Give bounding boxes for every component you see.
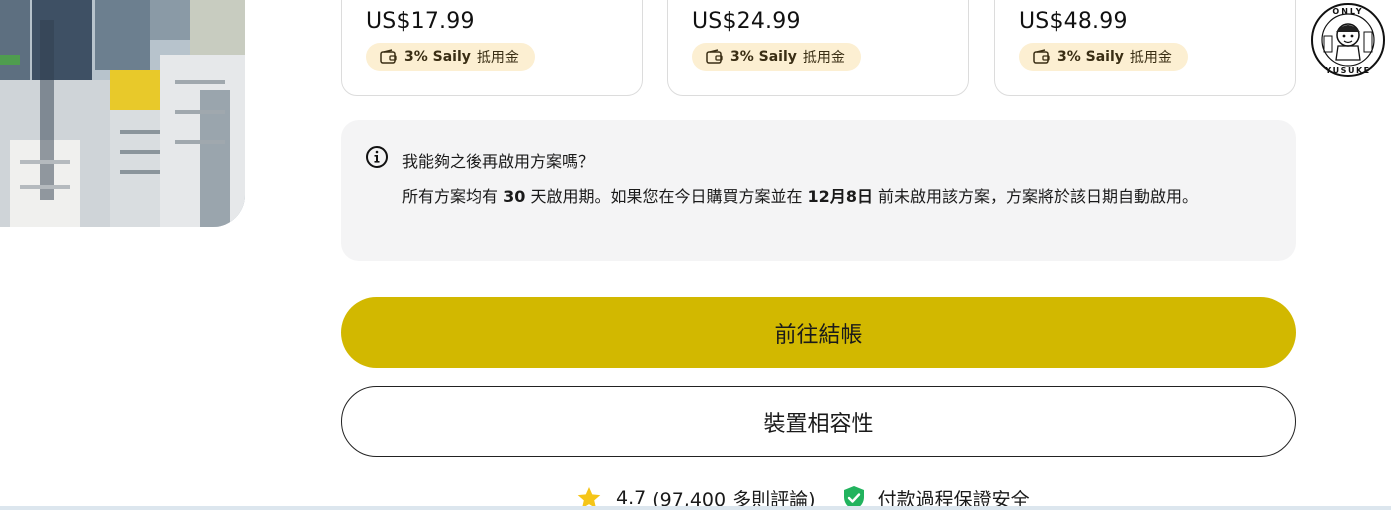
checkout-button[interactable]: 前往結帳 bbox=[341, 297, 1296, 368]
wallet-icon bbox=[1033, 49, 1050, 64]
destination-image bbox=[0, 0, 245, 227]
info-circle-icon bbox=[366, 146, 388, 168]
credit-chip: 3% Saily 抵用金 bbox=[1019, 43, 1188, 71]
plan-price: US$17.99 bbox=[366, 9, 475, 34]
plan-price: US$24.99 bbox=[692, 9, 801, 34]
wallet-icon bbox=[706, 49, 723, 64]
activation-info-box: 我能夠之後再啟用方案嗎？ 所有方案均有 30 天啟用期。如果您在今日購買方案並在… bbox=[341, 120, 1296, 261]
answer-text-1: 所有方案均有 bbox=[402, 187, 504, 206]
answer-text-3: 前未啟用該方案，方案將於該日期自動啟用。 bbox=[872, 187, 1199, 206]
credit-label: 抵用金 bbox=[1129, 50, 1172, 66]
credit-chip: 3% Saily 抵用金 bbox=[366, 43, 535, 71]
answer-days: 30 bbox=[503, 187, 526, 206]
credit-percent: 3% Saily bbox=[404, 49, 471, 65]
bottom-divider bbox=[0, 506, 1391, 510]
watermark-logo: ONLY YUSUKE bbox=[1311, 3, 1385, 77]
credit-percent: 3% Saily bbox=[730, 49, 797, 65]
plan-price: US$48.99 bbox=[1019, 9, 1128, 34]
city-illustration bbox=[0, 0, 245, 227]
wallet-icon bbox=[380, 49, 397, 64]
faq-question: 我能夠之後再啟用方案嗎？ bbox=[402, 152, 595, 171]
credit-chip: 3% Saily 抵用金 bbox=[692, 43, 861, 71]
plan-card-2[interactable]: US$24.99 3% Saily 抵用金 bbox=[667, 0, 969, 96]
credit-percent: 3% Saily bbox=[1057, 49, 1124, 65]
faq-answer: 所有方案均有 30 天啟用期。如果您在今日購買方案並在 12月8日 前未啟用該方… bbox=[402, 184, 1262, 210]
answer-text-2: 天啟用期。如果您在今日購買方案並在 bbox=[525, 187, 808, 206]
answer-date: 12月8日 bbox=[807, 187, 873, 206]
credit-label: 抵用金 bbox=[476, 50, 519, 66]
logo-text-bottom: YUSUKE bbox=[1324, 66, 1370, 75]
plan-card-3[interactable]: US$48.99 3% Saily 抵用金 bbox=[994, 0, 1296, 96]
plan-card-1[interactable]: US$17.99 3% Saily 抵用金 bbox=[341, 0, 643, 96]
credit-label: 抵用金 bbox=[802, 50, 845, 66]
device-compatibility-button[interactable]: 裝置相容性 bbox=[341, 386, 1296, 457]
logo-text-top: ONLY bbox=[1332, 7, 1363, 16]
